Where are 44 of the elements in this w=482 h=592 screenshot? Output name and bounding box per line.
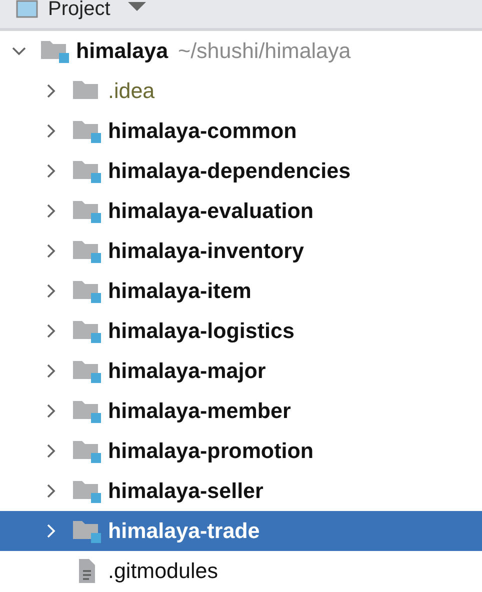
module-folder-icon — [72, 118, 102, 144]
tree-row[interactable]: himalaya-seller — [0, 471, 482, 511]
module-folder-icon — [72, 198, 102, 224]
tree-item-label: himalaya-member — [108, 398, 291, 424]
module-folder-icon — [72, 158, 102, 184]
tree-item-label: himalaya-evaluation — [108, 198, 314, 224]
tree-item-label: himalaya-inventory — [108, 238, 304, 264]
module-folder-icon — [72, 358, 102, 384]
module-folder-icon — [72, 518, 102, 544]
tree-row[interactable]: himalaya-logistics — [0, 311, 482, 351]
dropdown-caret-icon[interactable] — [128, 2, 146, 12]
module-folder-icon — [72, 398, 102, 424]
module-folder-icon — [72, 318, 102, 344]
module-folder-icon — [72, 478, 102, 504]
tree-item-label: himalaya-trade — [108, 518, 260, 544]
tree-row[interactable]: .gitmodules — [0, 551, 482, 591]
tree-item-label: himalaya-promotion — [108, 438, 314, 464]
tree-item-label: himalaya-dependencies — [108, 158, 351, 184]
tree-item-label: himalaya-common — [108, 118, 297, 144]
tree-item-label: himalaya — [76, 38, 168, 64]
tree-item-label: himalaya-logistics — [108, 318, 294, 344]
tree-row[interactable]: himalaya-item — [0, 271, 482, 311]
panel-icon — [16, 0, 38, 18]
project-path: ~/shushi/himalaya — [178, 38, 351, 64]
tree-row[interactable]: himalaya-inventory — [0, 231, 482, 271]
tree-row[interactable]: himalaya-dependencies — [0, 151, 482, 191]
module-folder-icon — [40, 38, 70, 64]
tree-row[interactable]: himalaya-evaluation — [0, 191, 482, 231]
tree-row[interactable]: himalaya-member — [0, 391, 482, 431]
tree-row[interactable]: .idea — [0, 71, 482, 111]
tree-item-label: .gitmodules — [108, 558, 218, 584]
tree-item-label: himalaya-major — [108, 358, 266, 384]
module-folder-icon — [72, 238, 102, 264]
tree-item-label: himalaya-item — [108, 278, 252, 304]
module-folder-icon — [72, 438, 102, 464]
selected-tree-row[interactable]: himalaya-trade — [0, 511, 482, 551]
header-title[interactable]: Project — [48, 0, 110, 19]
tree-row[interactable]: himalaya ~/shushi/himalaya — [0, 31, 482, 71]
module-folder-icon — [72, 278, 102, 304]
tree-row[interactable]: himalaya-major — [0, 351, 482, 391]
tree-item-label: himalaya-seller — [108, 478, 264, 504]
tree-item-label: .idea — [108, 78, 155, 104]
tree-row[interactable]: himalaya-promotion — [0, 431, 482, 471]
tree-row[interactable]: himalaya-common — [0, 111, 482, 151]
